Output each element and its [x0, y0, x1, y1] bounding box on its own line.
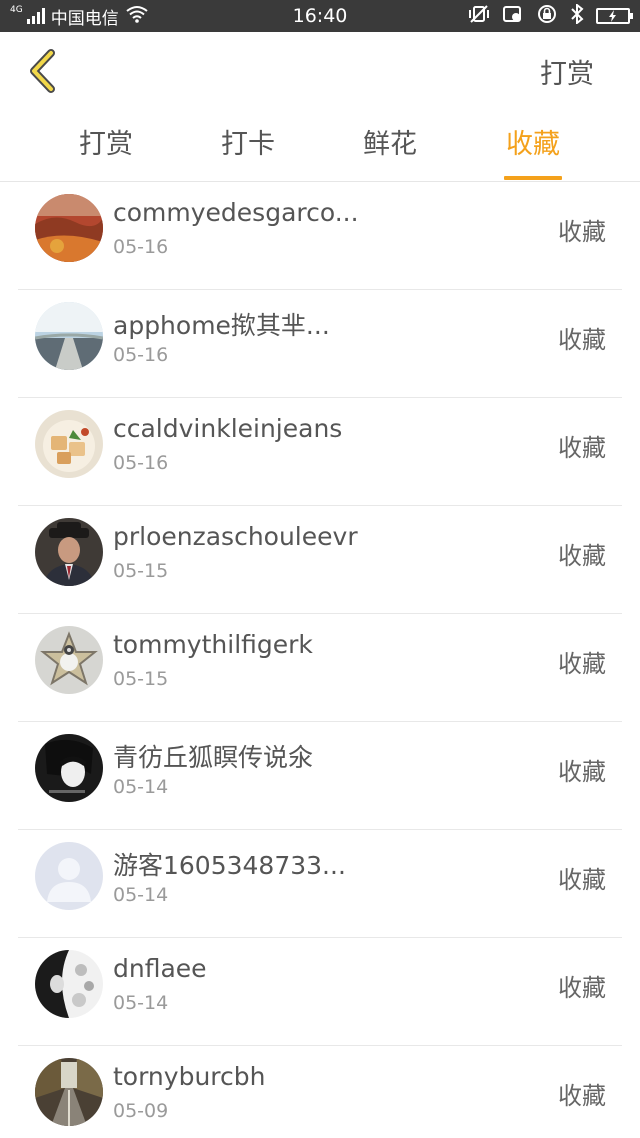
- item-date: 05-14: [113, 884, 169, 906]
- list-item[interactable]: commyedesgarco... 05-16 收藏: [18, 182, 622, 290]
- back-button[interactable]: [22, 48, 62, 94]
- tab-bar: 打赏 打卡 鲜花 收藏: [0, 110, 640, 182]
- item-type-label: 收藏: [558, 1082, 606, 1110]
- item-type-label: 收藏: [558, 326, 606, 354]
- header: 打赏: [0, 32, 640, 110]
- tab-active-indicator: [504, 176, 562, 180]
- tab-flowers[interactable]: 鲜花: [350, 122, 430, 161]
- tab-favorites[interactable]: 收藏: [493, 122, 573, 161]
- avatar: [35, 950, 103, 1018]
- status-time: 16:40: [292, 5, 348, 27]
- list-item[interactable]: 青彷丘狐瞑传说氽 05-14 收藏: [18, 722, 622, 830]
- item-date: 05-09: [113, 1100, 169, 1122]
- user-name: 游客1605348733...: [113, 851, 346, 880]
- avatar: [35, 626, 103, 694]
- avatar: [35, 194, 103, 262]
- chevron-left-icon: [30, 49, 55, 93]
- item-type-label: 收藏: [558, 218, 606, 246]
- item-type-label: 收藏: [558, 542, 606, 570]
- user-name: 青彷丘狐瞑传说氽: [113, 743, 314, 772]
- avatar: [35, 302, 103, 370]
- item-date: 05-16: [113, 344, 169, 366]
- item-date: 05-14: [113, 992, 169, 1014]
- status-bar: 4G 中国电信 16:40: [0, 0, 640, 32]
- list-item[interactable]: 游客1605348733... 05-14 收藏: [18, 830, 622, 938]
- user-name: tommythilfigerk: [113, 630, 313, 659]
- item-date: 05-16: [113, 236, 169, 258]
- list-item[interactable]: prloenzaschouleevr 05-15 收藏: [18, 506, 622, 614]
- list-item[interactable]: tornyburcbh 05-09 收藏: [18, 1046, 622, 1138]
- item-type-label: 收藏: [558, 974, 606, 1002]
- item-type-label: 收藏: [558, 866, 606, 894]
- item-date: 05-15: [113, 668, 169, 690]
- list-item[interactable]: ccaldvinkleinjeans 05-16 收藏: [18, 398, 622, 506]
- list-item[interactable]: tommythilfigerk 05-15 收藏: [18, 614, 622, 722]
- battery-charging-icon: [596, 8, 633, 24]
- reward-button[interactable]: 打赏: [540, 52, 594, 91]
- item-type-label: 收藏: [558, 434, 606, 462]
- item-date: 05-14: [113, 776, 169, 798]
- avatar: [35, 410, 103, 478]
- avatar: [35, 1058, 103, 1126]
- list-item[interactable]: apphome揿其芈... 05-16 收藏: [18, 290, 622, 398]
- user-name: prloenzaschouleevr: [113, 522, 358, 551]
- user-name: ccaldvinkleinjeans: [113, 414, 343, 443]
- user-name: tornyburcbh: [113, 1062, 266, 1091]
- list-item[interactable]: dnflaee 05-14 收藏: [18, 938, 622, 1046]
- item-date: 05-15: [113, 560, 169, 582]
- tab-reward[interactable]: 打赏: [66, 122, 146, 161]
- avatar: [35, 734, 103, 802]
- user-name: dnflaee: [113, 954, 207, 983]
- user-name: commyedesgarco...: [113, 198, 359, 227]
- item-date: 05-16: [113, 452, 169, 474]
- user-name: apphome揿其芈...: [113, 311, 330, 340]
- item-type-label: 收藏: [558, 758, 606, 786]
- avatar: [35, 518, 103, 586]
- tab-checkin[interactable]: 打卡: [208, 122, 288, 161]
- avatar: [35, 842, 103, 910]
- item-type-label: 收藏: [558, 650, 606, 678]
